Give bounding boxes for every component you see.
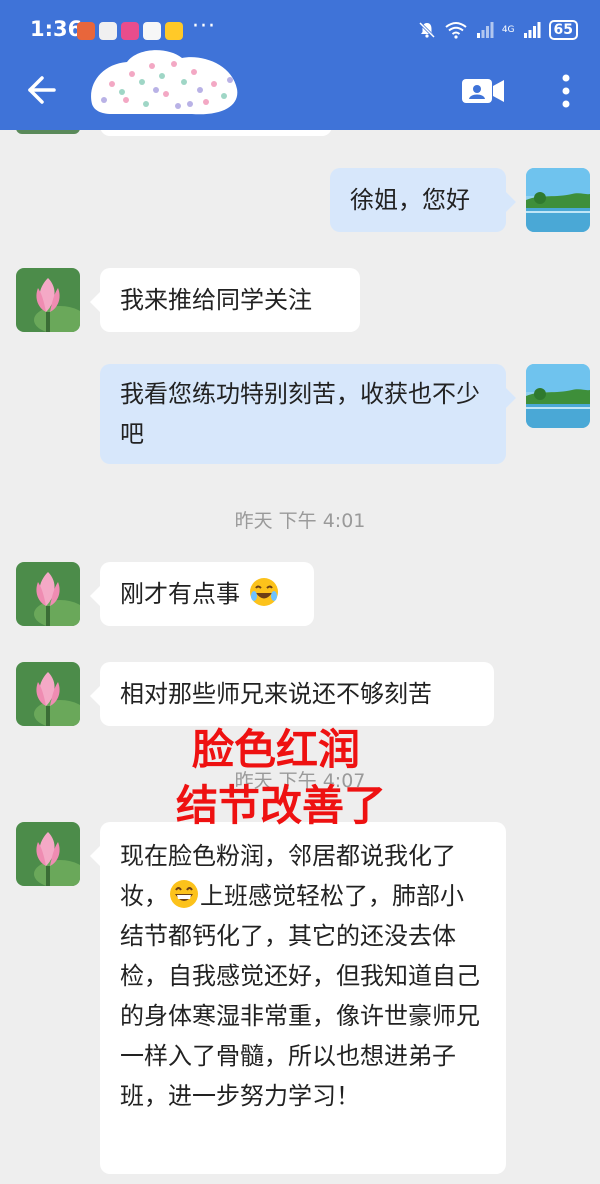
- avatar-contact[interactable]: [16, 268, 80, 332]
- gift-notification-icon: [99, 22, 117, 40]
- more-options-icon[interactable]: [552, 70, 580, 112]
- message-text: 我看您练功特别刻苦，收获也不少吧: [120, 380, 480, 448]
- avatar-contact[interactable]: [16, 822, 80, 886]
- grinning-emoji-icon: [170, 880, 198, 908]
- message-bubble-outgoing[interactable]: 徐姐，您好: [330, 168, 516, 232]
- avatar-contact[interactable]: [16, 662, 80, 726]
- timestamp: 昨天 下午 4:01: [234, 510, 366, 532]
- signal-sim1-icon: [476, 22, 494, 38]
- music-notification-icon: [143, 22, 161, 40]
- landscape-avatar-icon: [526, 364, 590, 428]
- signal-sim2-icon: [523, 22, 541, 38]
- landscape-avatar-icon: [526, 168, 590, 232]
- lotus-avatar-icon: [16, 562, 80, 626]
- video-call-icon[interactable]: [460, 74, 506, 108]
- app-notification-icon: [77, 22, 95, 40]
- mute-icon: [418, 21, 435, 39]
- notification-icons: [77, 22, 183, 40]
- browser-notification-icon: [165, 22, 183, 40]
- network-type-label: 4G: [501, 25, 515, 35]
- overlay-caption-line1: 脸色红润: [192, 725, 361, 774]
- back-arrow-icon[interactable]: [20, 70, 60, 110]
- chat-area[interactable]: 徐姐，您好 我来推给同学关注 我看您练功特别刻苦，收获也不少吧 昨天 下午 4:…: [0, 130, 600, 1184]
- avatar-contact[interactable]: [16, 562, 80, 626]
- contact-name-redacted[interactable]: [82, 44, 242, 120]
- message-text: 上班感觉轻松了，肺部小结节都钙化了，其它的还没去体检，自我感觉还好，但我知道自己…: [120, 882, 480, 1110]
- message-bubble-incoming[interactable]: 现在脸色粉润，邻居都说我化了妆， 上班感觉轻松了，肺部小结节都钙化了，其它的还没…: [90, 822, 506, 1174]
- laughing-crying-emoji-icon: [249, 578, 278, 606]
- system-icons: 4G 65: [418, 20, 578, 40]
- message-text: 相对那些师兄来说还不够刻苦: [120, 680, 432, 708]
- status-time: 1:36: [30, 17, 83, 41]
- wifi-icon: [445, 22, 467, 39]
- avatar-self[interactable]: [526, 168, 590, 232]
- battery-indicator: 65: [548, 20, 578, 40]
- message-bubble-outgoing[interactable]: 我看您练功特别刻苦，收获也不少吧: [100, 364, 516, 464]
- lotus-avatar-icon: [16, 268, 80, 332]
- message-text: 刚才有点事: [120, 580, 240, 608]
- avatar-self[interactable]: [526, 364, 590, 428]
- message-text: 我来推给同学关注: [120, 286, 312, 314]
- lotus-avatar-icon: [16, 822, 80, 886]
- message-bubble-incoming[interactable]: 刚才有点事: [90, 562, 314, 626]
- status-more-icon: ···: [192, 14, 216, 39]
- message-text: 徐姐，您好: [350, 186, 470, 214]
- overlay-caption-line2: 结节改善了: [176, 781, 387, 830]
- lotus-avatar-icon: [16, 662, 80, 726]
- message-bubble-incoming[interactable]: 我来推给同学关注: [90, 268, 360, 332]
- video-app-notification-icon: [121, 22, 139, 40]
- chat-header: 1:36 ··· 4G 65: [0, 0, 600, 130]
